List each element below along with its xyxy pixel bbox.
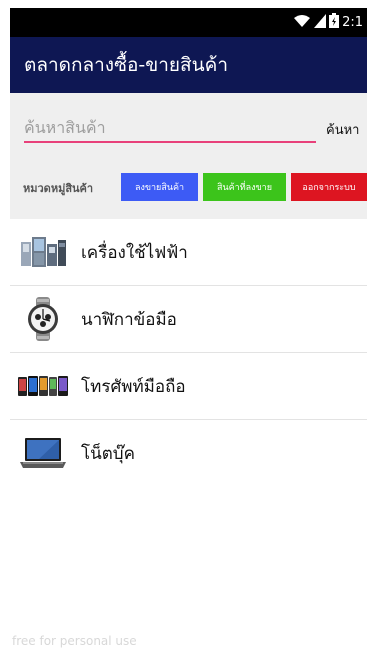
list-item-appliances[interactable]: เครื่องใช้ไฟฟ้า [10,219,367,286]
list-item-mobile-phones[interactable]: โทรศัพท์มือถือ [10,353,367,420]
app-title: ตลาดกลางซื้อ-ขายสินค้า [24,54,228,76]
wifi-icon [293,14,311,32]
sell-product-button[interactable]: ลงขายสินค้า [121,173,198,201]
battery-icon [329,13,340,32]
categories-label: หมวดหมู่สินค้า [23,182,94,195]
app-screen: 2:1 ตลาดกลางซื้อ-ขายสินค้า ค้นหา หมวดหมู… [0,0,367,652]
list-item-laptop[interactable]: โน็ตบุ๊ค [10,420,367,486]
laptop-icon [18,431,68,475]
signal-icon [314,13,327,32]
appliances-icon [18,230,68,274]
category-action-row: หมวดหมู่สินค้า ลงขายสินค้า สินค้าที่ลงขา… [10,173,367,203]
search-input[interactable] [24,113,316,143]
status-bar: 2:1 [10,8,367,37]
main-content: ค้นหา หมวดหมู่สินค้า ลงขายสินค้า สินค้าท… [10,93,367,652]
list-item-label: โน็ตบุ๊ค [81,443,135,464]
category-list: เครื่องใช้ไฟฟ้า นาฬิกาข้อมือ โทรศัพท์มือ… [10,219,367,486]
listed-products-button[interactable]: สินค้าที่ลงขาย [203,173,286,201]
list-item-label: โทรศัพท์มือถือ [81,376,186,397]
list-item-label: นาฬิกาข้อมือ [81,309,177,330]
search-button[interactable]: ค้นหา [326,119,359,140]
watermark: free for personal use [12,634,137,648]
status-icons: 2:1 [293,13,363,32]
left-edge [0,0,10,652]
search-area: ค้นหา หมวดหมู่สินค้า ลงขายสินค้า สินค้าท… [10,93,367,219]
app-bar: ตลาดกลางซื้อ-ขายสินค้า [10,37,367,93]
status-time: 2:1 [342,15,363,30]
list-item-label: เครื่องใช้ไฟฟ้า [81,242,188,263]
wristwatch-icon [18,297,68,341]
list-item-wristwatch[interactable]: นาฬิกาข้อมือ [10,286,367,353]
mobile-phones-icon [18,364,68,408]
logout-button[interactable]: ออกจากระบบ [291,173,367,201]
